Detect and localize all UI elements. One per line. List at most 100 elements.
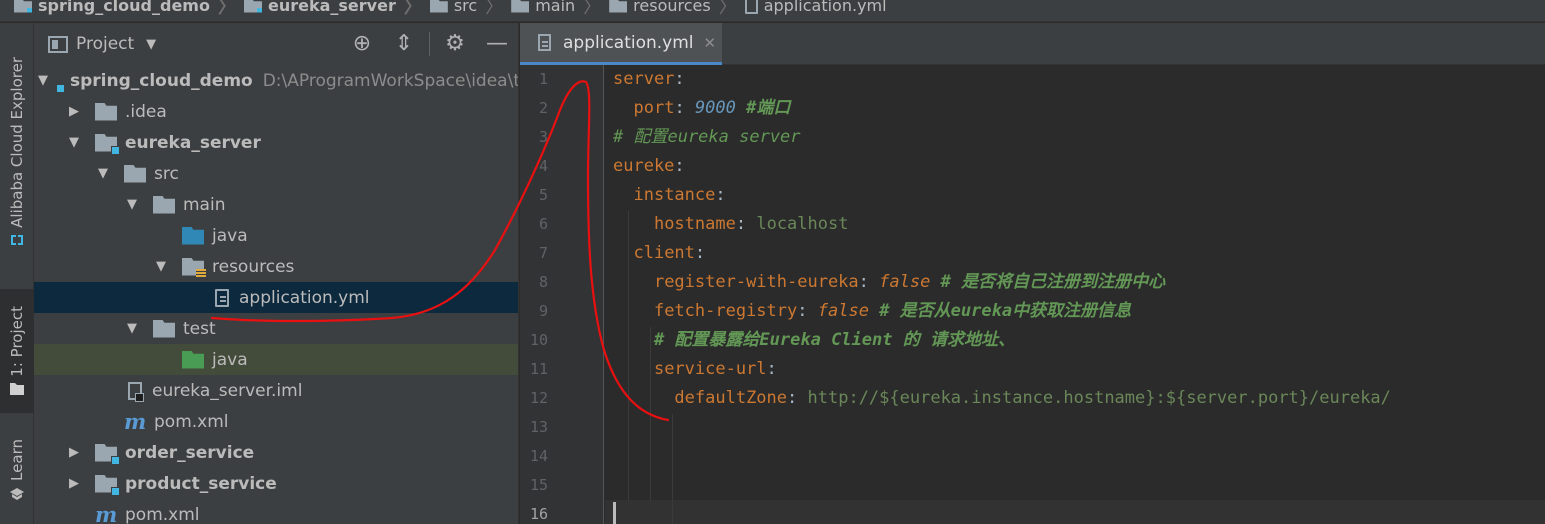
folder-icon bbox=[153, 195, 175, 214]
tree-item-label: pom.xml bbox=[154, 411, 229, 432]
chevron-right-icon[interactable]: ▶ bbox=[67, 104, 81, 119]
line-number: 11 bbox=[529, 360, 548, 378]
tree-item-label: eureka_server bbox=[125, 132, 261, 153]
breadcrumb-item[interactable]: resources 〉 bbox=[609, 0, 745, 19]
code-line-1: server: bbox=[613, 69, 685, 89]
code-line-11: service-url: bbox=[653, 359, 777, 379]
chevron-right-icon: 〉 bbox=[217, 0, 236, 18]
tree-item-label: pom.xml bbox=[125, 504, 200, 524]
tree-item[interactable]: ▼ spring_cloud_demo D:\AProgramWorkSpace\i… bbox=[34, 65, 518, 96]
module-icon bbox=[95, 474, 120, 496]
resources-folder-icon bbox=[182, 257, 206, 278]
code-line-3: # 配置eureka server bbox=[613, 127, 801, 147]
tree-item[interactable]: ▶ product_service bbox=[34, 468, 518, 499]
tree-item-label: resources bbox=[212, 256, 295, 277]
gear-icon[interactable]: ⚙ bbox=[442, 31, 468, 57]
chevron-down-icon[interactable]: ▼ bbox=[96, 166, 110, 181]
tree-item-label: application.yml bbox=[239, 287, 370, 308]
line-number: 1 bbox=[538, 70, 548, 88]
locate-icon[interactable]: ⊕ bbox=[349, 31, 375, 57]
folder-icon bbox=[153, 319, 175, 338]
tree-item[interactable]: ▼ src bbox=[34, 158, 518, 189]
module-icon bbox=[14, 0, 32, 13]
minimize-icon[interactable]: — bbox=[484, 31, 510, 57]
alibaba-cloud-icon bbox=[11, 235, 23, 246]
tree-item[interactable]: ▶ .idea bbox=[34, 96, 518, 127]
breadcrumb-item[interactable]: spring_cloud_demo 〉 bbox=[14, 0, 244, 19]
project-view-selector[interactable]: Project bbox=[76, 34, 134, 54]
tool-window-stripe: Alibaba Cloud Explorer 1: Project Learn bbox=[0, 23, 34, 524]
alibaba-cloud-explorer-tab[interactable]: Alibaba Cloud Explorer bbox=[0, 37, 34, 267]
line-number: 2 bbox=[538, 99, 548, 117]
line-number: 3 bbox=[538, 128, 548, 146]
tree-item[interactable]: ▶ order_service bbox=[34, 437, 518, 468]
text-caret bbox=[613, 502, 616, 524]
breadcrumb-item[interactable]: main 〉 bbox=[511, 0, 609, 19]
project-tree: ▼ spring_cloud_demo D:\AProgramWorkSpace\i… bbox=[34, 65, 518, 524]
tree-item[interactable]: ▶mpom.xml bbox=[34, 406, 518, 437]
tree-item[interactable]: ▶java bbox=[34, 344, 518, 375]
tree-item[interactable]: ▼ test bbox=[34, 313, 518, 344]
code-line-8: register-with-eureka: false # 是否将自己注册到注册… bbox=[653, 272, 1166, 292]
folder-icon bbox=[429, 0, 448, 13]
project-view-icon bbox=[48, 35, 68, 53]
tree-item[interactable]: ▶java bbox=[34, 220, 518, 251]
chevron-down-icon[interactable]: ▼ bbox=[67, 135, 81, 150]
tree-item-label: test bbox=[183, 318, 216, 339]
breadcrumb-label: application.yml bbox=[763, 0, 887, 15]
module-icon bbox=[95, 133, 120, 155]
chevron-down-icon[interactable]: ▼ bbox=[154, 259, 168, 274]
tree-item-label: src bbox=[154, 163, 179, 184]
chevron-right-icon: 〉 bbox=[403, 0, 422, 18]
tree-item[interactable]: ▼ resources bbox=[34, 251, 518, 282]
tree-item[interactable]: ▼ eureka_server bbox=[34, 127, 518, 158]
project-tool-tab[interactable]: 1: Project bbox=[0, 289, 34, 413]
yml-file-icon bbox=[538, 34, 551, 51]
tree-item[interactable]: ▶eureka_server.iml bbox=[34, 375, 518, 406]
code-editor[interactable]: server: port: 9000 #端口 # 配置eureka server… bbox=[605, 65, 1545, 524]
graduation-cap-icon bbox=[10, 487, 24, 500]
breadcrumb-item[interactable]: src 〉 bbox=[429, 0, 511, 19]
breadcrumb-item[interactable]: eureka_server 〉 bbox=[243, 0, 430, 19]
chevron-right-icon[interactable]: ▶ bbox=[67, 476, 81, 491]
code-line-7: client: bbox=[633, 243, 706, 263]
chevron-down-icon[interactable]: ▼ bbox=[146, 37, 156, 52]
line-number: 16 bbox=[529, 505, 548, 523]
folder-icon bbox=[511, 0, 530, 13]
line-number: 9 bbox=[538, 302, 548, 320]
tree-item[interactable]: ▼ main bbox=[34, 189, 518, 220]
breadcrumb-label: main bbox=[535, 0, 576, 15]
chevron-down-icon[interactable]: ▼ bbox=[38, 73, 48, 88]
chevron-right-icon[interactable]: ▶ bbox=[67, 445, 81, 460]
breadcrumb-label: eureka_server bbox=[267, 0, 396, 15]
tab-application-yml[interactable]: application.yml ✕ bbox=[520, 23, 722, 65]
alibaba-cloud-explorer-label: Alibaba Cloud Explorer bbox=[8, 56, 26, 228]
close-icon[interactable]: ✕ bbox=[704, 34, 717, 52]
toolbar-divider bbox=[429, 32, 430, 56]
chevron-down-icon[interactable]: ▼ bbox=[125, 321, 139, 336]
indent-guide bbox=[672, 414, 673, 524]
line-number: 10 bbox=[529, 331, 548, 349]
project-toolbar: ⊕ ⇕ ⚙ — bbox=[341, 23, 518, 65]
learn-tool-tab[interactable]: Learn bbox=[0, 425, 34, 515]
tree-item-label: spring_cloud_demo bbox=[70, 70, 253, 91]
line-number: 5 bbox=[538, 186, 548, 204]
tree-item-label: main bbox=[183, 194, 226, 215]
code-line-5: instance: bbox=[633, 185, 726, 205]
java-source-folder-icon bbox=[182, 226, 204, 245]
editor-tab-bar: application.yml ✕ bbox=[520, 23, 1545, 65]
tree-item-label: order_service bbox=[125, 442, 255, 463]
folder-icon bbox=[10, 383, 24, 396]
editor-area: application.yml ✕ 1 2 3 4 5 6 7 8 9 10 11 12 13 14 15 1… bbox=[520, 23, 1545, 524]
tree-item[interactable]: ▶application.yml bbox=[34, 282, 518, 313]
line-number: 12 bbox=[529, 389, 548, 407]
module-icon bbox=[95, 443, 120, 465]
collapse-all-icon[interactable]: ⇕ bbox=[391, 31, 417, 57]
tree-item[interactable]: ▶mpom.xml bbox=[34, 499, 518, 524]
project-panel-header: Project ▼ ⊕ ⇕ ⚙ — bbox=[34, 23, 518, 65]
breadcrumb-item[interactable]: application.yml bbox=[744, 0, 887, 15]
current-line-highlight bbox=[605, 500, 1545, 524]
chevron-right-icon: 〉 bbox=[583, 0, 602, 18]
chevron-down-icon[interactable]: ▼ bbox=[125, 197, 139, 212]
tree-item-label: java bbox=[212, 349, 248, 370]
